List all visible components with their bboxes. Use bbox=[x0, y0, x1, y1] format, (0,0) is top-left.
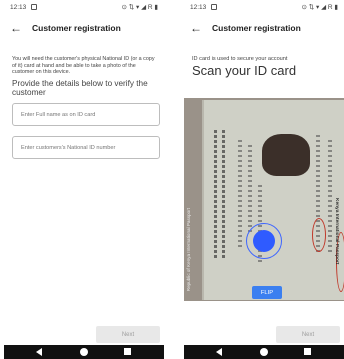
status-time: 12:13 bbox=[10, 4, 27, 11]
back-arrow-icon[interactable]: ← bbox=[10, 21, 22, 35]
system-nav-bar bbox=[4, 345, 164, 359]
mrz-line bbox=[222, 130, 225, 260]
national-id-input[interactable] bbox=[12, 136, 160, 159]
status-icons: ⊙ ⇅ ▾ ◢ R ▮ bbox=[121, 4, 158, 11]
back-arrow-icon[interactable]: ← bbox=[190, 21, 202, 35]
nav-back-icon[interactable] bbox=[36, 348, 42, 356]
nav-home-icon[interactable] bbox=[80, 348, 88, 356]
app-header: ← Customer registration bbox=[4, 18, 164, 40]
passport-side-text: Kenya International Passport bbox=[334, 198, 339, 265]
system-nav-bar bbox=[184, 345, 344, 359]
status-icons: ⊙ ⇅ ▾ ◢ R ▮ bbox=[301, 4, 338, 11]
passport-photo bbox=[262, 134, 310, 176]
next-button[interactable]: Next bbox=[276, 326, 340, 343]
next-button[interactable]: Next bbox=[96, 326, 160, 343]
scan-title: Scan your ID card bbox=[192, 63, 297, 78]
passport-data-column bbox=[248, 145, 252, 235]
intro-text: You will need the customer's physical Na… bbox=[12, 56, 155, 76]
page-title: Customer registration bbox=[32, 23, 121, 33]
nav-back-icon[interactable] bbox=[216, 348, 222, 356]
nav-recent-icon[interactable] bbox=[304, 348, 311, 355]
passport-data-column bbox=[238, 140, 242, 250]
mrz-line bbox=[214, 130, 217, 260]
passport-data-column bbox=[328, 140, 332, 255]
passport-side-text: Republic of Kenya International Passport bbox=[186, 208, 191, 292]
full-name-input[interactable] bbox=[12, 103, 160, 126]
camera-preview[interactable]: Republic of Kenya International Passport… bbox=[184, 98, 344, 301]
status-time: 12:13 bbox=[190, 4, 207, 11]
nav-home-icon[interactable] bbox=[260, 348, 268, 356]
nav-recent-icon[interactable] bbox=[124, 348, 131, 355]
status-bar: 12:13 ⊙ ⇅ ▾ ◢ R ▮ bbox=[184, 0, 344, 15]
registration-details-screen: 12:13 ⊙ ⇅ ▾ ◢ R ▮ ← Customer registratio… bbox=[4, 0, 164, 359]
scan-subtitle: ID card is used to secure your account bbox=[192, 56, 288, 62]
section-heading: Provide the details below to verify the … bbox=[12, 79, 148, 97]
passport-image bbox=[202, 100, 344, 300]
flip-button[interactable]: FLIP bbox=[252, 286, 282, 299]
notification-icon bbox=[31, 4, 37, 10]
page-title: Customer registration bbox=[212, 23, 301, 33]
notification-icon bbox=[211, 4, 217, 10]
scan-id-screen: 12:13 ⊙ ⇅ ▾ ◢ R ▮ ← Customer registratio… bbox=[184, 0, 344, 359]
app-header: ← Customer registration bbox=[184, 18, 344, 40]
capture-focus-icon[interactable] bbox=[253, 230, 275, 252]
highlight-oval bbox=[312, 218, 326, 252]
status-bar: 12:13 ⊙ ⇅ ▾ ◢ R ▮ bbox=[4, 0, 164, 15]
